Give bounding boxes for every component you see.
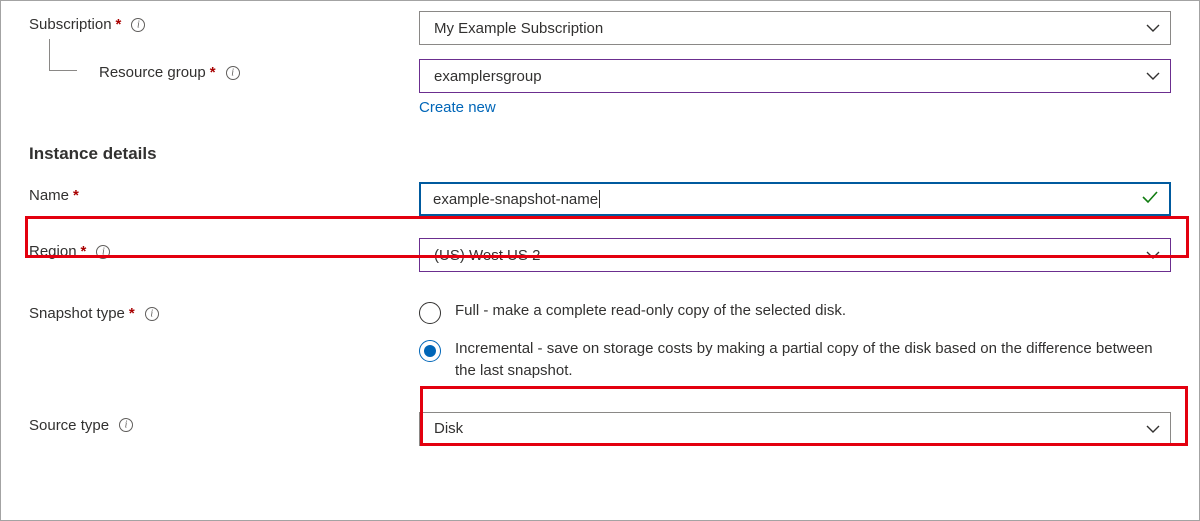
required-marker: *	[116, 16, 122, 33]
snapshot-type-incremental-label: Incremental - save on storage costs by m…	[455, 338, 1171, 382]
snapshot-type-radio-group: Full - make a complete read-only copy of…	[419, 300, 1171, 382]
required-marker: *	[73, 187, 79, 204]
snapshot-type-incremental[interactable]: Incremental - save on storage costs by m…	[419, 338, 1171, 382]
chevron-down-icon	[1146, 23, 1160, 33]
subscription-value: My Example Subscription	[434, 20, 603, 37]
resource-group-label: Resource group	[99, 64, 206, 81]
info-icon[interactable]	[131, 18, 145, 32]
snapshot-type-label: Snapshot type	[29, 305, 125, 322]
chevron-down-icon	[1146, 424, 1160, 434]
snapshot-type-full-label: Full - make a complete read-only copy of…	[455, 300, 846, 322]
source-type-dropdown[interactable]: Disk	[419, 412, 1171, 446]
check-icon	[1141, 190, 1159, 208]
snapshot-type-full[interactable]: Full - make a complete read-only copy of…	[419, 300, 1171, 324]
info-icon[interactable]	[119, 418, 133, 432]
source-type-value: Disk	[434, 420, 463, 437]
chevron-down-icon	[1146, 71, 1160, 81]
info-icon[interactable]	[96, 245, 110, 259]
name-input[interactable]: example-snapshot-name	[419, 182, 1171, 216]
resource-group-value: examplersgroup	[434, 68, 542, 85]
region-label: Region	[29, 243, 77, 260]
required-marker: *	[210, 64, 216, 81]
region-value: (US) West US 2	[434, 247, 540, 264]
radio-icon	[419, 302, 441, 324]
subscription-dropdown[interactable]: My Example Subscription	[419, 11, 1171, 45]
required-marker: *	[81, 243, 87, 260]
create-new-link[interactable]: Create new	[419, 99, 1171, 116]
required-marker: *	[129, 305, 135, 322]
info-icon[interactable]	[226, 66, 240, 80]
region-dropdown[interactable]: (US) West US 2	[419, 238, 1171, 272]
name-label: Name	[29, 187, 69, 204]
resource-group-dropdown[interactable]: examplersgroup	[419, 59, 1171, 93]
name-value: example-snapshot-name	[433, 191, 598, 208]
instance-details-header: Instance details	[29, 144, 1171, 164]
subscription-label: Subscription	[29, 16, 112, 33]
tree-elbow	[49, 39, 77, 71]
chevron-down-icon	[1146, 250, 1160, 260]
info-icon[interactable]	[145, 307, 159, 321]
radio-icon	[419, 340, 441, 362]
text-caret	[599, 190, 600, 208]
source-type-label: Source type	[29, 417, 109, 434]
